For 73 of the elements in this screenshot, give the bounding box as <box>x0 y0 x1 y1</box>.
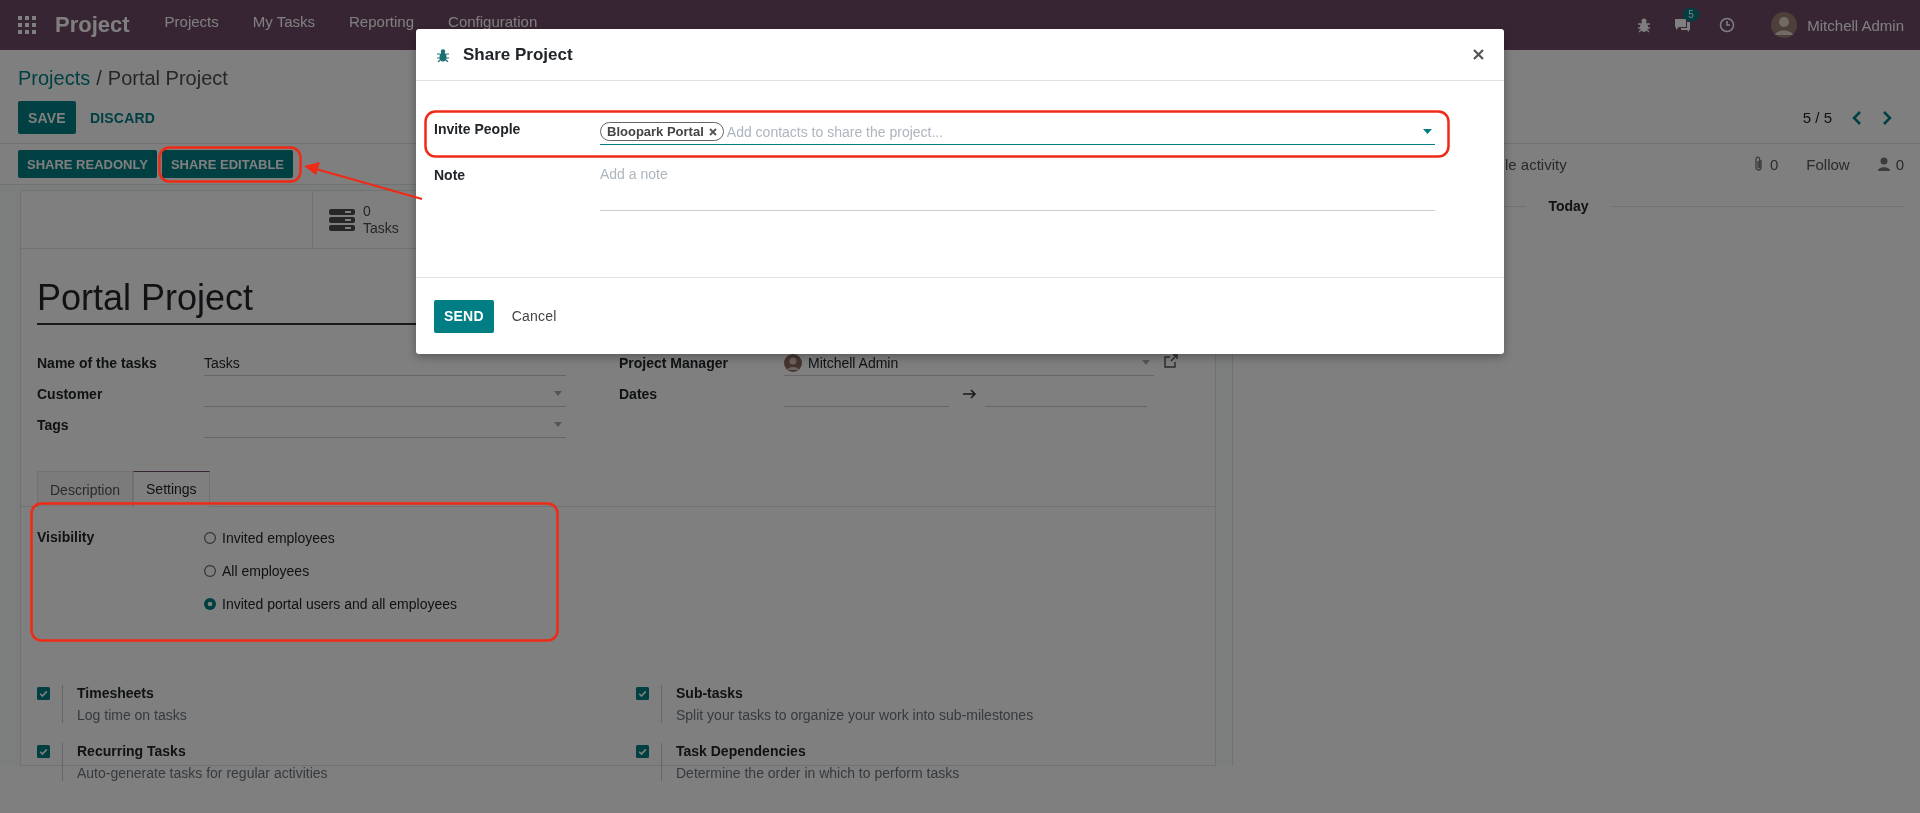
radio-label: All employees <box>222 563 310 579</box>
setting-title: Timesheets <box>77 685 155 701</box>
caret-down-icon <box>554 422 562 427</box>
radio-button[interactable] <box>204 565 216 577</box>
caret-down-icon <box>1142 360 1150 365</box>
setting-description: Auto-generate tasks for regular activities <box>77 765 328 781</box>
remove-icon[interactable] <box>708 127 717 136</box>
checkbox[interactable] <box>37 687 50 700</box>
chevron-right-icon[interactable] <box>1882 110 1892 125</box>
note-field[interactable]: Add a note <box>600 165 1435 211</box>
arrow-right-icon <box>963 389 977 399</box>
bug-icon[interactable] <box>1637 17 1652 33</box>
field-label: Customer <box>37 386 104 404</box>
follow-button[interactable]: Follow <box>1806 155 1850 173</box>
close-button[interactable] <box>1471 47 1486 62</box>
share-editable-button[interactable]: SHARE EDITABLE <box>161 150 294 178</box>
avatar-icon <box>784 353 802 372</box>
menu-item[interactable]: My Tasks <box>235 13 332 37</box>
discard-button[interactable]: DISCARD <box>79 101 166 134</box>
attachment-count: 0 <box>1769 155 1779 173</box>
breadcrumb-current: Portal Project <box>107 67 228 90</box>
field-label: Visibility <box>37 529 96 547</box>
setting-description: Log time on tasks <box>77 707 187 723</box>
chat-icon[interactable] <box>1673 17 1692 33</box>
app-name: Project <box>55 12 130 38</box>
apps-menu-icon[interactable] <box>18 16 36 34</box>
setting-title: Task Dependencies <box>676 743 807 759</box>
caret-down-icon[interactable] <box>1423 129 1432 134</box>
invite-field[interactable]: Bloopark Portal Add contacts to share the project... <box>600 119 1435 145</box>
clock-icon[interactable] <box>1719 17 1736 33</box>
field-label: Dates <box>619 386 659 404</box>
breadcrumb-link[interactable]: Projects <box>18 67 91 90</box>
setting-description: Split your tasks to organize your work into sub-milestones <box>676 707 1034 723</box>
bug-icon <box>437 47 449 62</box>
setting-title: Sub-tasks <box>676 685 744 701</box>
person-icon[interactable] <box>1877 157 1890 171</box>
checkbox[interactable] <box>636 687 649 700</box>
user-name[interactable]: Mitchell Admin <box>1807 16 1904 34</box>
breadcrumb-separator: / <box>96 67 102 90</box>
menu-item[interactable]: Projects <box>147 13 236 37</box>
tab[interactable]: Settings <box>133 471 210 507</box>
pager-counter: 5 / 5 <box>1802 109 1832 126</box>
stacked-bars-icon <box>329 207 355 232</box>
dialog-title: Share Project <box>463 44 573 65</box>
field-label: Tags <box>37 417 70 435</box>
radio-label: Invited portal users and all employees <box>222 596 458 612</box>
share-readonly-button[interactable]: SHARE READONLY <box>18 150 157 178</box>
setting-title: Recurring Tasks <box>77 743 187 759</box>
chevron-left-icon[interactable] <box>1852 110 1862 125</box>
cancel-button[interactable]: Cancel <box>501 299 567 333</box>
field-label: Invite People <box>434 120 522 137</box>
date-separator: Today <box>1547 198 1590 214</box>
field-label: Note <box>434 166 467 183</box>
close-icon <box>1473 49 1484 60</box>
avatar-icon[interactable] <box>1771 12 1798 38</box>
send-button[interactable]: SEND <box>434 299 494 333</box>
radio-label: Invited employees <box>222 530 335 546</box>
menu-item[interactable]: Reporting <box>332 13 432 37</box>
notification-badge: 5 <box>1683 8 1699 21</box>
follower-count: 0 <box>1895 155 1904 173</box>
external-link-icon[interactable] <box>1164 354 1178 368</box>
caret-down-icon <box>554 391 562 396</box>
schedule-activity-link[interactable]: le activity <box>1505 155 1567 173</box>
field-label: Name of the tasks <box>37 355 158 373</box>
checkbox[interactable] <box>636 745 649 758</box>
field-label: Project Manager <box>619 355 729 373</box>
save-button[interactable]: SAVE <box>18 101 76 134</box>
setting-description: Determine the order in which to perform tasks <box>676 765 960 781</box>
radio-button[interactable] <box>204 598 216 610</box>
radio-button[interactable] <box>204 532 216 544</box>
checkbox[interactable] <box>37 745 50 758</box>
paperclip-icon[interactable] <box>1753 156 1764 172</box>
tab[interactable]: Description <box>37 471 134 507</box>
